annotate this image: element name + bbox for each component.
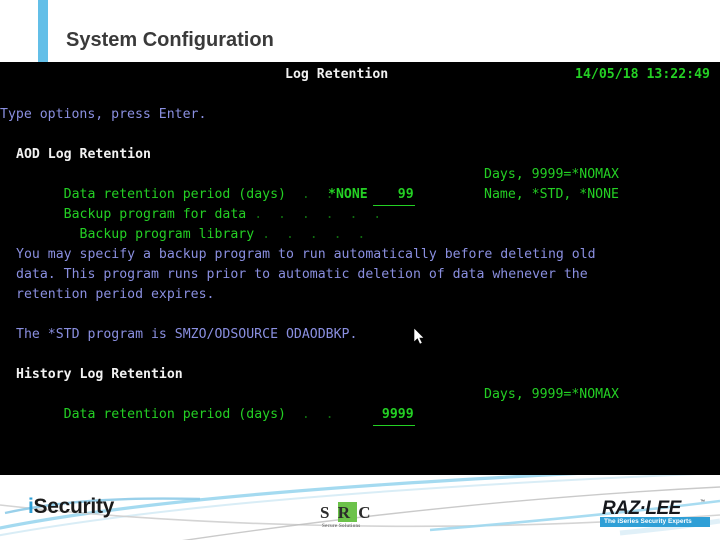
razlee-logo-trademark: ™ <box>700 499 705 505</box>
history-retention-days-input[interactable]: 9999 <box>372 405 415 426</box>
help-paragraph-line-1: You may specify a backup program to run … <box>16 247 596 262</box>
backup-program-value[interactable]: *NONE <box>328 185 368 205</box>
src-logo-letters: S R C <box>320 503 373 522</box>
field-label: Data retention period (days) <box>63 407 286 422</box>
section-heading-history: History Log Retention <box>16 367 183 382</box>
header-accent-bar <box>38 0 48 62</box>
isecurity-logo: iSecurity <box>28 495 114 519</box>
field-label: Backup program library <box>63 227 255 242</box>
src-logo: S R C Secure Solutions <box>306 500 390 536</box>
src-logo-mark: S R C <box>306 502 390 524</box>
razlee-logo: RAZ·LEE ™ The iSeries Security Experts <box>600 498 712 532</box>
field-hint-aod-retention: Days, 9999=*NOMAX <box>484 167 619 182</box>
terminal-screen[interactable]: Log Retention 14/05/18 13:22:49 Type opt… <box>0 62 720 475</box>
slide-header: System Configuration <box>0 0 720 62</box>
help-paragraph-line-3: retention period expires. <box>16 287 215 302</box>
page-title: System Configuration <box>66 29 274 51</box>
src-logo-tagline: Secure Solutions <box>322 524 361 529</box>
help-paragraph-line-2: data. This program runs prior to automat… <box>16 267 588 282</box>
field-hint-backup-program: Name, *STD, *NONE <box>484 187 619 202</box>
mouse-cursor-icon <box>414 328 425 345</box>
field-input-wrapper-history-retention[interactable]: 9999 <box>325 385 415 446</box>
field-hint-history-retention: Days, 9999=*NOMAX <box>484 387 619 402</box>
razlee-logo-tagline: The iSeries Security Experts <box>604 518 692 525</box>
isecurity-logo-name: Security <box>33 495 115 518</box>
terminal-datetime: 14/05/18 13:22:49 <box>575 67 710 82</box>
slide-root: System Configuration Log Retention 14/05… <box>0 0 720 540</box>
terminal-screen-title: Log Retention <box>285 67 389 82</box>
field-dots: . . . . . <box>262 227 366 242</box>
terminal-instruction: Type options, press Enter. <box>0 107 207 122</box>
section-heading-aod: AOD Log Retention <box>16 147 151 162</box>
std-program-note: The *STD program is SMZO/ODSOURCE ODAODB… <box>16 327 358 342</box>
field-row-history-retention: Data retention period (days) . . <box>16 385 334 445</box>
